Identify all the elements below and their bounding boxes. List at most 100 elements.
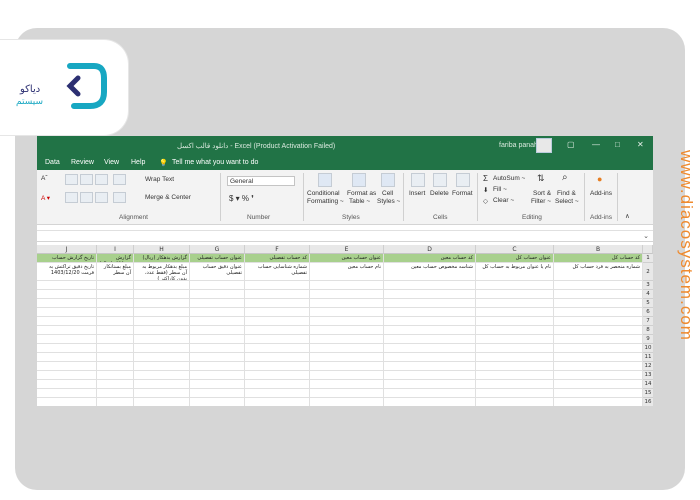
empty-cell[interactable] <box>134 371 190 380</box>
cell-styles-line2[interactable]: Styles ~ <box>377 198 400 205</box>
empty-cell[interactable] <box>97 290 134 299</box>
empty-cell[interactable] <box>190 290 245 299</box>
empty-cell[interactable] <box>554 398 643 406</box>
select-all-corner[interactable] <box>643 245 653 254</box>
insert-icon[interactable] <box>411 173 425 187</box>
empty-cell[interactable] <box>97 317 134 326</box>
data-cell-b2[interactable]: شماره منحصر به فرد حساب کل <box>554 263 643 281</box>
empty-cell[interactable] <box>310 308 384 317</box>
empty-cell[interactable] <box>97 353 134 362</box>
sort-filter-icon[interactable]: ⇅ <box>537 173 545 184</box>
empty-cell[interactable] <box>190 380 245 389</box>
header-cell-h[interactable]: گزارش بدهکار (ریال) <box>134 254 190 263</box>
empty-cell[interactable] <box>384 353 476 362</box>
expand-formula-icon[interactable]: ⌄ <box>643 232 649 240</box>
empty-cell[interactable] <box>97 344 134 353</box>
close-icon[interactable]: ✕ <box>637 140 644 149</box>
empty-cell[interactable] <box>476 389 554 398</box>
font-color-small-icon[interactable]: Aˇ <box>41 175 48 182</box>
tab-data[interactable]: Data <box>45 159 60 166</box>
empty-cell[interactable] <box>134 353 190 362</box>
column-header-e[interactable]: E <box>310 245 384 254</box>
tab-view[interactable]: View <box>104 159 119 166</box>
data-cell-e2[interactable]: نام حساب معین <box>310 263 384 281</box>
empty-cell[interactable] <box>476 290 554 299</box>
avatar[interactable] <box>536 138 552 153</box>
empty-cell[interactable] <box>245 308 310 317</box>
empty-cell[interactable] <box>134 290 190 299</box>
row-header-4[interactable]: 4 <box>643 290 653 299</box>
column-header-f[interactable]: F <box>245 245 310 254</box>
empty-cell[interactable] <box>245 335 310 344</box>
empty-cell[interactable] <box>245 317 310 326</box>
empty-cell[interactable] <box>190 344 245 353</box>
empty-cell[interactable] <box>554 380 643 389</box>
empty-cell[interactable] <box>245 299 310 308</box>
empty-cell[interactable] <box>384 281 476 290</box>
empty-cell[interactable] <box>190 326 245 335</box>
empty-cell[interactable] <box>384 398 476 406</box>
delete-button[interactable]: Delete <box>430 190 449 197</box>
number-format-select[interactable]: General <box>227 176 295 186</box>
empty-cell[interactable] <box>554 326 643 335</box>
empty-cell[interactable] <box>134 335 190 344</box>
empty-cell[interactable] <box>384 362 476 371</box>
data-cell-j2[interactable]: تاریخ دقیق تراکنش به فرمت 1403/12/20 <box>37 263 97 281</box>
row-header-13[interactable]: 13 <box>643 371 653 380</box>
empty-cell[interactable] <box>554 299 643 308</box>
ribbon-display-icon[interactable]: ▢ <box>567 140 575 149</box>
clear-button[interactable]: Clear ~ <box>493 197 514 204</box>
empty-cell[interactable] <box>97 371 134 380</box>
empty-cell[interactable] <box>190 281 245 290</box>
empty-cell[interactable] <box>554 353 643 362</box>
empty-cell[interactable] <box>310 371 384 380</box>
empty-cell[interactable] <box>554 335 643 344</box>
empty-cell[interactable] <box>37 398 97 406</box>
row-header-6[interactable]: 6 <box>643 308 653 317</box>
empty-cell[interactable] <box>384 308 476 317</box>
merge-center-button[interactable]: Merge & Center <box>145 194 191 201</box>
align-top-icon[interactable] <box>65 174 78 185</box>
empty-cell[interactable] <box>190 353 245 362</box>
data-cell-f2[interactable]: شماره شناسایی حساب تفصیلی <box>245 263 310 281</box>
indent-icon[interactable] <box>113 192 126 203</box>
align-center-icon[interactable] <box>80 192 93 203</box>
header-cell-i[interactable]: گزارش بستانکار (ریال) <box>97 254 134 263</box>
header-cell-g[interactable]: عنوان حساب تفصیلی <box>190 254 245 263</box>
delete-icon[interactable] <box>433 173 447 187</box>
tell-me-search[interactable]: Tell me what you want to do <box>172 159 258 166</box>
format-as-table-line1[interactable]: Format as <box>347 190 376 197</box>
empty-cell[interactable] <box>134 344 190 353</box>
empty-cell[interactable] <box>134 317 190 326</box>
empty-cell[interactable] <box>245 353 310 362</box>
empty-cell[interactable] <box>97 380 134 389</box>
empty-cell[interactable] <box>476 398 554 406</box>
empty-cell[interactable] <box>310 317 384 326</box>
empty-cell[interactable] <box>476 353 554 362</box>
empty-cell[interactable] <box>134 299 190 308</box>
minimize-icon[interactable]: — <box>592 140 600 149</box>
empty-cell[interactable] <box>476 371 554 380</box>
empty-cell[interactable] <box>190 362 245 371</box>
empty-cell[interactable] <box>310 335 384 344</box>
empty-cell[interactable] <box>476 362 554 371</box>
autosum-button[interactable]: AutoSum ~ <box>493 175 525 182</box>
empty-cell[interactable] <box>37 344 97 353</box>
row-header-15[interactable]: 15 <box>643 389 653 398</box>
fill-button[interactable]: Fill ~ <box>493 186 507 193</box>
empty-cell[interactable] <box>310 344 384 353</box>
addins-icon[interactable]: ● <box>597 174 602 184</box>
empty-cell[interactable] <box>97 326 134 335</box>
empty-cell[interactable] <box>476 335 554 344</box>
empty-cell[interactable] <box>134 362 190 371</box>
empty-cell[interactable] <box>554 389 643 398</box>
empty-cell[interactable] <box>37 326 97 335</box>
empty-cell[interactable] <box>310 362 384 371</box>
empty-cell[interactable] <box>245 380 310 389</box>
empty-cell[interactable] <box>554 362 643 371</box>
user-name[interactable]: fariba panah <box>499 142 538 149</box>
currency-icon[interactable]: $ ▾ % ❜ <box>229 194 254 203</box>
row-header-16[interactable]: 16 <box>643 398 653 406</box>
font-color-icon[interactable]: A ▾ <box>41 194 50 202</box>
wrap-text-button[interactable]: Wrap Text <box>145 176 174 183</box>
